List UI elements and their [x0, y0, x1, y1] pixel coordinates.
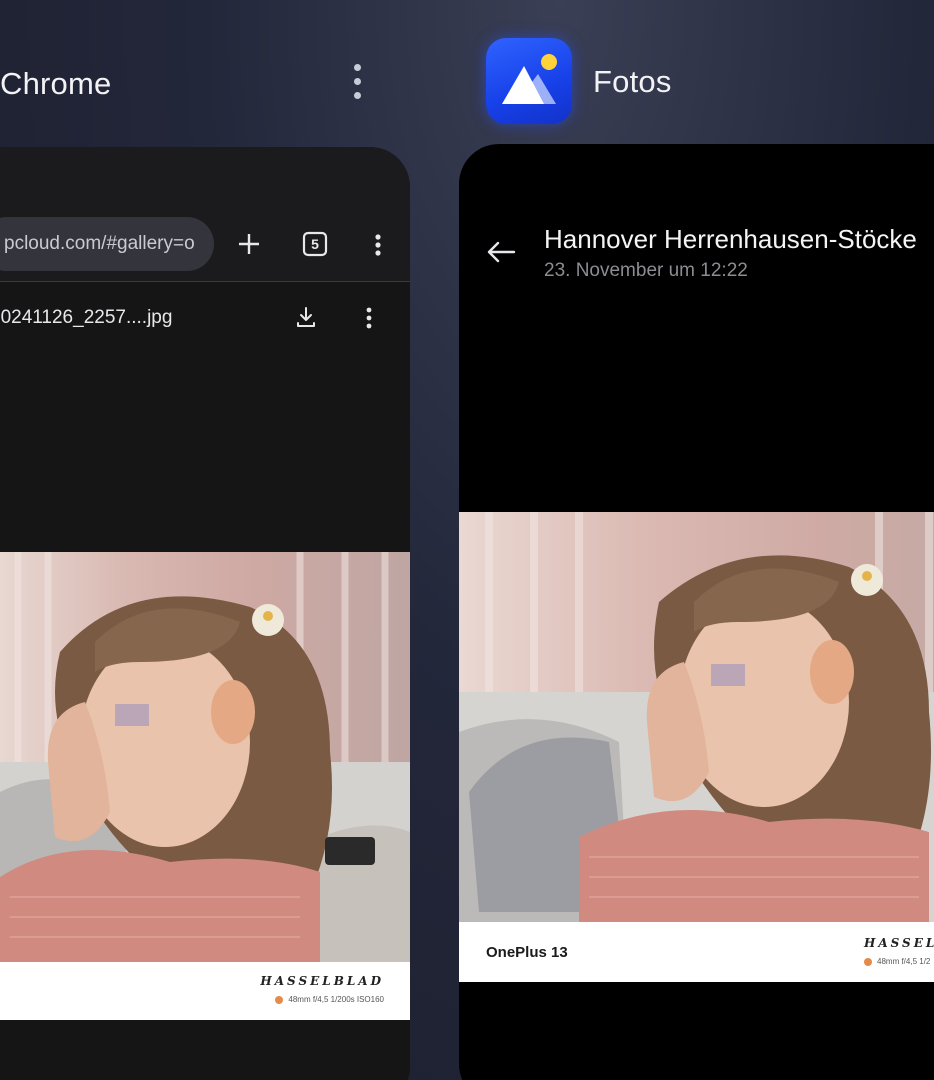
file-menu-icon[interactable]: [364, 307, 374, 329]
photo-location-title: Hannover Herrenhausen-Stöcke: [544, 224, 917, 254]
exif-dot: [275, 995, 284, 1004]
exif-info: 48mm f/4,5 1/200s ISO160: [275, 995, 384, 1004]
photo-date: 23. November um 12:22: [544, 260, 748, 281]
exif-info: 48mm f/4,5 1/2: [864, 957, 930, 966]
photo-preview[interactable]: [0, 552, 410, 962]
back-arrow-icon[interactable]: [485, 238, 517, 266]
photo-view[interactable]: [459, 512, 934, 922]
camera-watermark-bar: HASSELBLAD 48mm f/4,5 1/200s ISO160: [0, 962, 410, 1020]
chrome-recent-card[interactable]: pcloud.com/#gallery=o 5 20241126_2257...…: [0, 147, 410, 1080]
file-name: 20241126_2257....jpg: [0, 307, 173, 328]
exif-text: 48mm f/4,5 1/200s ISO160: [288, 995, 384, 1004]
add-tab-icon[interactable]: [236, 231, 262, 257]
tab-switcher-icon[interactable]: 5: [302, 231, 328, 257]
file-header: 20241126_2257....jpg: [0, 283, 410, 353]
hasselblad-logo: HASSEL: [864, 936, 934, 950]
exif-text: 48mm f/4,5 1/2: [877, 957, 931, 966]
hasselblad-logo: HASSELBLAD: [260, 974, 384, 988]
tab-count: 5: [311, 236, 319, 252]
fotos-recent-card[interactable]: Hannover Herrenhausen-Stöcke 23. Novembe…: [459, 144, 934, 1080]
chrome-toolbar: pcloud.com/#gallery=o 5: [0, 147, 410, 282]
download-icon[interactable]: [294, 305, 318, 329]
chrome-app-label[interactable]: Chrome: [0, 66, 111, 102]
gallery-app-icon[interactable]: [486, 38, 572, 124]
fotos-app-label[interactable]: Fotos: [593, 64, 672, 100]
exif-dot: [864, 957, 872, 966]
chrome-card-menu-icon[interactable]: [354, 64, 361, 99]
camera-model: OnePlus 13: [486, 944, 568, 961]
camera-watermark-bar: OnePlus 13 HASSEL 48mm f/4,5 1/2: [459, 922, 934, 982]
chrome-menu-icon[interactable]: [372, 233, 384, 257]
url-bar[interactable]: pcloud.com/#gallery=o: [0, 217, 214, 271]
